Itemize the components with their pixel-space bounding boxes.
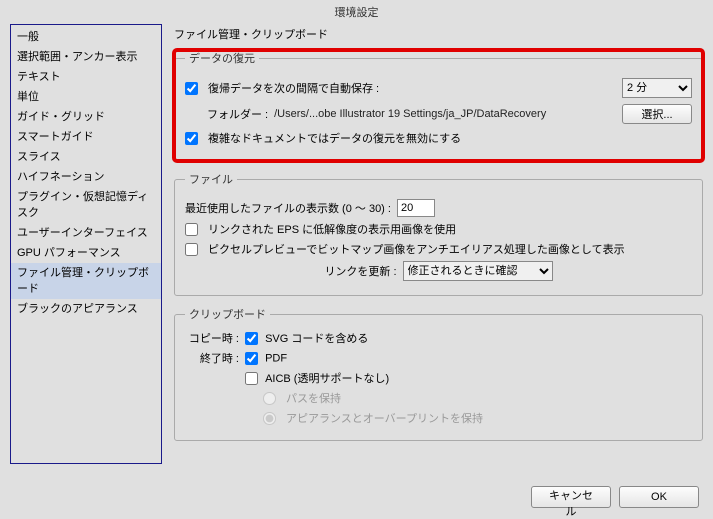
keep-paths-radio bbox=[263, 392, 276, 405]
sidebar-item-5[interactable]: スマートガイド bbox=[11, 127, 161, 147]
sidebar-item-0[interactable]: 一般 bbox=[11, 27, 161, 47]
sidebar-item-1[interactable]: 選択範囲・アンカー表示 bbox=[11, 47, 161, 67]
pixel-preview-label: ピクセルプレビューでビットマップ画像をアンチエイリアス処理した画像として表示 bbox=[208, 241, 625, 257]
recovery-legend: データの復元 bbox=[185, 50, 259, 66]
choose-folder-button[interactable]: 選択... bbox=[622, 104, 692, 124]
sidebar-item-3[interactable]: 単位 bbox=[11, 87, 161, 107]
footer: キャンセル OK bbox=[531, 486, 699, 508]
clipboard-legend: クリップボード bbox=[185, 306, 270, 322]
sidebar-item-7[interactable]: ハイフネーション bbox=[11, 167, 161, 187]
recent-files-label: 最近使用したファイルの表示数 (0 ～ 30) : bbox=[185, 200, 391, 216]
pixel-preview-checkbox[interactable] bbox=[185, 243, 198, 256]
disable-complex-checkbox[interactable] bbox=[185, 132, 198, 145]
pdf-checkbox[interactable] bbox=[245, 352, 258, 365]
pdf-label: PDF bbox=[265, 352, 287, 364]
sidebar-item-10[interactable]: GPU パフォーマンス bbox=[11, 243, 161, 263]
quit-label: 終了時 : bbox=[185, 350, 245, 366]
file-legend: ファイル bbox=[185, 171, 237, 187]
sidebar-item-12[interactable]: ブラックのアピアランス bbox=[11, 299, 161, 319]
folder-label: フォルダー : bbox=[207, 106, 268, 122]
keep-appearance-radio bbox=[263, 412, 276, 425]
sidebar-item-9[interactable]: ユーザーインターフェイス bbox=[11, 223, 161, 243]
panel-title: ファイル管理・クリップボード bbox=[174, 26, 703, 42]
window-title: 環境設定 bbox=[0, 0, 713, 24]
keep-appearance-label: アピアランスとオーバープリントを保持 bbox=[286, 410, 483, 426]
recent-files-input[interactable] bbox=[397, 199, 435, 217]
disable-complex-label: 複雑なドキュメントではデータの復元を無効にする bbox=[208, 130, 461, 146]
eps-lowres-label: リンクされた EPS に低解像度の表示用画像を使用 bbox=[208, 221, 456, 237]
sidebar-item-6[interactable]: スライス bbox=[11, 147, 161, 167]
aicb-checkbox[interactable] bbox=[245, 372, 258, 385]
eps-lowres-checkbox[interactable] bbox=[185, 223, 198, 236]
autosave-checkbox[interactable] bbox=[185, 82, 198, 95]
sidebar-item-11[interactable]: ファイル管理・クリップボード bbox=[11, 263, 161, 299]
folder-path: /Users/...obe Illustrator 19 Settings/ja… bbox=[274, 108, 546, 120]
svg-checkbox[interactable] bbox=[245, 332, 258, 345]
copy-label: コピー時 : bbox=[185, 330, 245, 346]
sidebar: 一般選択範囲・アンカー表示テキスト単位ガイド・グリッドスマートガイドスライスハイ… bbox=[10, 24, 162, 464]
sidebar-item-8[interactable]: プラグイン・仮想記憶ディスク bbox=[11, 187, 161, 223]
sidebar-item-4[interactable]: ガイド・グリッド bbox=[11, 107, 161, 127]
autosave-interval-select[interactable]: 2 分 bbox=[622, 78, 692, 98]
main-panel: ファイル管理・クリップボード データの復元 復帰データを次の間隔で自動保存 : … bbox=[174, 24, 703, 464]
autosave-label: 復帰データを次の間隔で自動保存 : bbox=[208, 80, 379, 96]
aicb-label: AICB (透明サポートなし) bbox=[265, 373, 389, 385]
clipboard-group: クリップボード コピー時 : SVG コードを含める 終了時 : PDF AIC… bbox=[174, 306, 703, 441]
link-update-select[interactable]: 修正されるときに確認 bbox=[403, 261, 553, 281]
keep-paths-label: パスを保持 bbox=[286, 390, 341, 406]
recovery-group: データの復元 復帰データを次の間隔で自動保存 : 2 分 フォルダー : /Us… bbox=[174, 50, 703, 161]
cancel-button[interactable]: キャンセル bbox=[531, 486, 611, 508]
ok-button[interactable]: OK bbox=[619, 486, 699, 508]
sidebar-item-2[interactable]: テキスト bbox=[11, 67, 161, 87]
file-group: ファイル 最近使用したファイルの表示数 (0 ～ 30) : リンクされた EP… bbox=[174, 171, 703, 296]
link-update-label: リンクを更新 : bbox=[324, 263, 396, 279]
svg-label: SVG コードを含める bbox=[265, 333, 368, 345]
